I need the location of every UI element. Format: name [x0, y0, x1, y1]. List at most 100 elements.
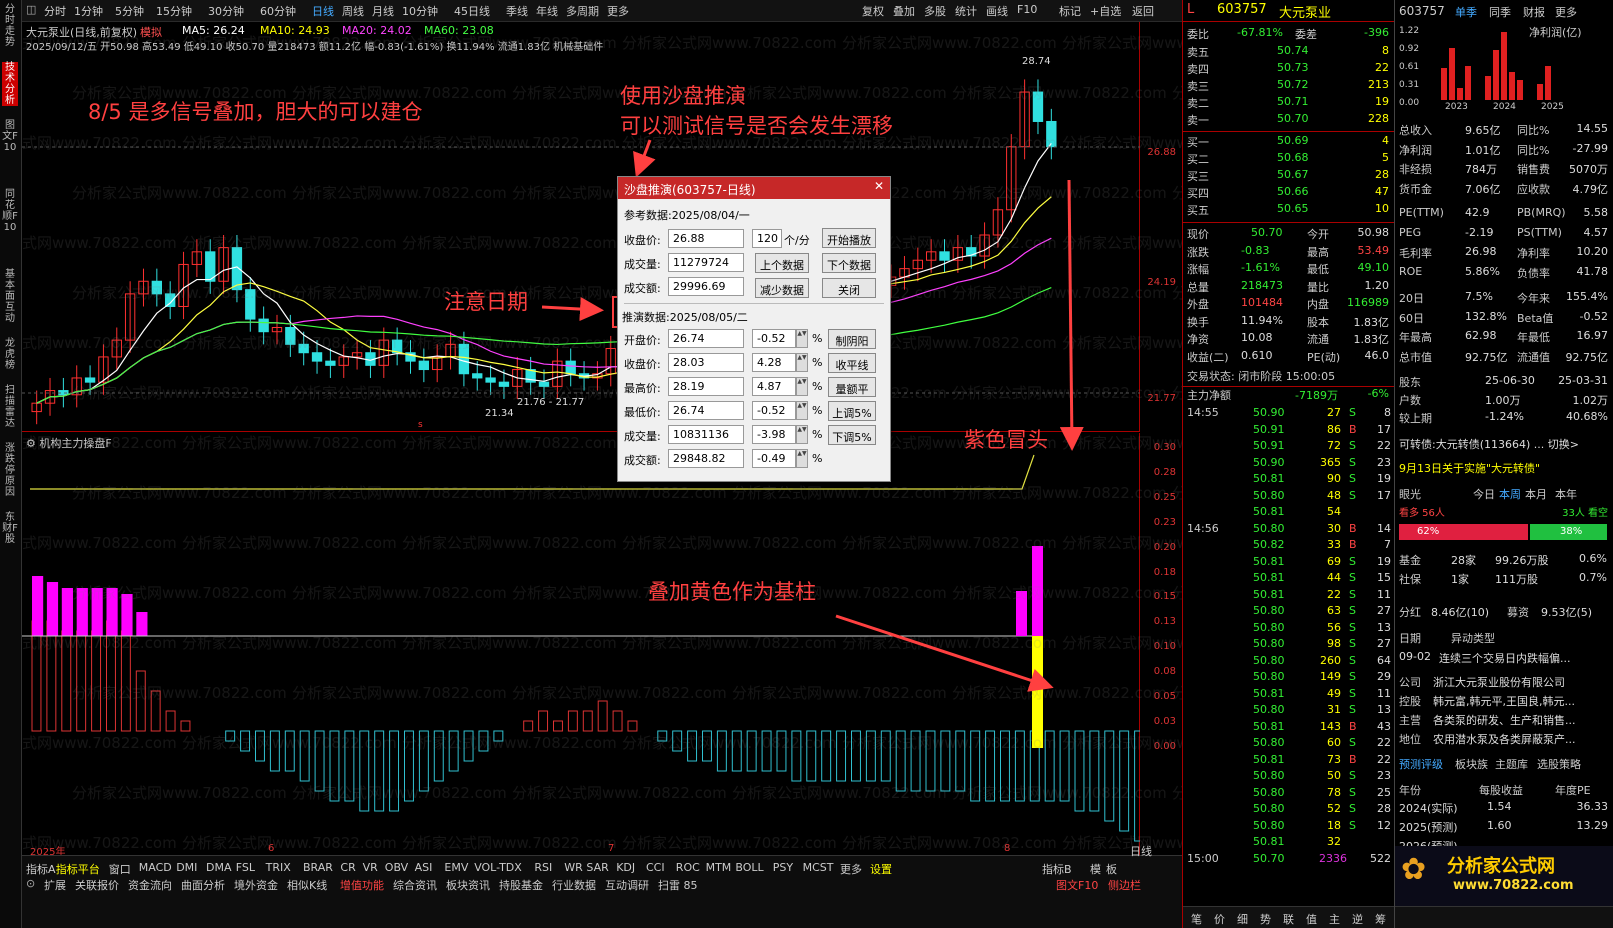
- chart-mode-tab[interactable]: 板: [1106, 861, 1117, 877]
- toolbar-button[interactable]: F10: [1017, 3, 1037, 16]
- period-tab[interactable]: 5分钟: [115, 3, 144, 19]
- period-tab[interactable]: 60分钟: [260, 3, 296, 19]
- period-tab[interactable]: 分时: [44, 3, 66, 19]
- indicator-tab[interactable]: ASI: [415, 861, 433, 874]
- period-tab[interactable]: 多周期: [566, 3, 599, 19]
- indicator-tab[interactable]: ROC: [676, 861, 700, 874]
- chart-mode-tab[interactable]: 指标B: [1042, 861, 1072, 877]
- indicator-tab[interactable]: EMV: [444, 861, 468, 874]
- f10-tab[interactable]: 财报: [1523, 4, 1545, 20]
- period-tab[interactable]: 45日线: [454, 3, 490, 19]
- detail-tab[interactable]: 筹: [1375, 911, 1386, 927]
- period-tab[interactable]: 日线: [312, 3, 334, 19]
- bond-link[interactable]: 可转债:大元转债(113664) ... 切换>: [1399, 436, 1613, 452]
- spinner-icon[interactable]: ▲▼: [796, 329, 808, 348]
- feature-tab[interactable]: 资金流向: [128, 877, 172, 893]
- reduce-data-button[interactable]: 减少数据: [755, 278, 809, 298]
- toolbar-button[interactable]: 复权: [862, 3, 884, 19]
- indicator-tab[interactable]: MACD: [139, 861, 172, 874]
- indicator-tab[interactable]: DMA: [206, 861, 232, 874]
- indicator-tab[interactable]: KDJ: [616, 861, 635, 874]
- toolbar-button[interactable]: 统计: [955, 3, 977, 19]
- toolbar-button[interactable]: 多股: [924, 3, 946, 19]
- eye-tab[interactable]: 本年: [1555, 486, 1577, 502]
- rating-tab[interactable]: 选股策略: [1537, 756, 1581, 772]
- speed-input[interactable]: 120: [752, 229, 782, 248]
- row-pct-input[interactable]: -0.52: [752, 401, 796, 420]
- toolbar-button[interactable]: +自选: [1090, 3, 1121, 19]
- indicator-tab[interactable]: DMI: [176, 861, 197, 874]
- side-tab[interactable]: 东财F股: [2, 512, 18, 545]
- eye-tab[interactable]: 本周: [1499, 486, 1521, 502]
- indicator-tab[interactable]: RSI: [534, 861, 552, 874]
- row-value-input[interactable]: 26.74: [668, 401, 744, 420]
- period-tab[interactable]: 年线: [536, 3, 558, 19]
- detail-tab[interactable]: 主: [1329, 911, 1340, 927]
- feature-tab[interactable]: 扫雷 85: [658, 877, 698, 893]
- adjust-button[interactable]: 下调5%: [828, 425, 876, 445]
- chart-mode-tab[interactable]: 日线: [1130, 843, 1152, 859]
- ref-close-input[interactable]: 26.88: [668, 229, 744, 248]
- period-tab[interactable]: 月线: [372, 3, 394, 19]
- feature-tab[interactable]: 境外资金: [234, 877, 278, 893]
- indicator-tab[interactable]: VR: [363, 861, 378, 874]
- indicator-tab[interactable]: MCST: [803, 861, 834, 874]
- side-tab[interactable]: 龙虎榜: [2, 338, 18, 371]
- next-data-button[interactable]: 下个数据: [822, 253, 876, 273]
- period-tab[interactable]: 30分钟: [208, 3, 244, 19]
- spinner-icon[interactable]: ▲▼: [796, 401, 808, 420]
- close-icon[interactable]: ✕: [874, 179, 884, 193]
- row-value-input[interactable]: 26.74: [668, 329, 744, 348]
- indicator-tab[interactable]: MTM: [706, 861, 732, 874]
- indicator-tab[interactable]: 指标A: [26, 861, 56, 877]
- row-value-input[interactable]: 28.19: [668, 377, 744, 396]
- feature-tab[interactable]: 扩展: [44, 877, 66, 893]
- side-tab[interactable]: 扫描雷达: [2, 385, 18, 429]
- adjust-button[interactable]: 收平线: [828, 353, 876, 373]
- indicator-tab[interactable]: 窗口: [109, 861, 131, 877]
- indicator-tab[interactable]: BOLL: [735, 861, 763, 874]
- f10-tab[interactable]: 单季: [1455, 4, 1477, 20]
- indicator-tab[interactable]: 更多: [840, 861, 862, 877]
- ref-vol-input[interactable]: 11279724: [668, 253, 744, 272]
- indicator-tab[interactable]: TRIX: [266, 861, 291, 874]
- row-value-input[interactable]: 28.03: [668, 353, 744, 372]
- detail-tab[interactable]: 逆: [1352, 911, 1363, 927]
- indicator-tab[interactable]: PSY: [773, 861, 793, 874]
- toolbar-button[interactable]: 返回: [1132, 3, 1154, 19]
- side-tab[interactable]: 涨跌停原因: [2, 443, 18, 498]
- row-pct-input[interactable]: 4.87: [752, 377, 796, 396]
- view-tab[interactable]: 图文F10: [1056, 877, 1098, 893]
- row-pct-input[interactable]: -0.52: [752, 329, 796, 348]
- row-value-input[interactable]: 10831136: [668, 425, 744, 444]
- side-tab[interactable]: 基本面互动: [2, 269, 18, 324]
- feature-tab[interactable]: 相似K线: [287, 877, 327, 893]
- indicator-tab[interactable]: BRAR: [303, 861, 333, 874]
- adjust-button[interactable]: 制阴阳: [828, 329, 876, 349]
- detail-tab[interactable]: 价: [1214, 911, 1225, 927]
- side-tab[interactable]: 技术分析: [2, 62, 18, 106]
- detail-tab[interactable]: 笔: [1191, 911, 1202, 927]
- start-play-button[interactable]: 开始播放: [822, 228, 876, 248]
- indicator-tab[interactable]: OBV: [385, 861, 408, 874]
- f10-tab[interactable]: 同季: [1489, 4, 1511, 20]
- prev-data-button[interactable]: 上个数据: [755, 253, 809, 273]
- detail-tab[interactable]: 值: [1306, 911, 1317, 927]
- detail-tab[interactable]: 势: [1260, 911, 1271, 927]
- toolbar-button[interactable]: 叠加: [893, 3, 915, 19]
- feature-tab[interactable]: 增值功能: [340, 877, 384, 893]
- detail-tab[interactable]: 细: [1237, 911, 1248, 927]
- period-tab[interactable]: 周线: [342, 3, 364, 19]
- period-tab[interactable]: 15分钟: [156, 3, 192, 19]
- eye-tab[interactable]: 本月: [1525, 486, 1547, 502]
- period-tab[interactable]: 10分钟: [402, 3, 438, 19]
- feature-tab[interactable]: 板块资讯: [446, 877, 490, 893]
- toggle-icon[interactable]: ⊙: [26, 877, 35, 890]
- layout-icon[interactable]: ◫: [26, 3, 36, 16]
- side-tab[interactable]: 图文F10: [2, 120, 18, 153]
- adjust-button[interactable]: 量额平: [828, 377, 876, 397]
- news-link[interactable]: 9月13日关于实施"大元转债": [1399, 460, 1613, 476]
- spinner-icon[interactable]: ▲▼: [796, 449, 808, 468]
- feature-tab[interactable]: 行业数据: [552, 877, 596, 893]
- side-tab[interactable]: 分时走势: [2, 4, 18, 48]
